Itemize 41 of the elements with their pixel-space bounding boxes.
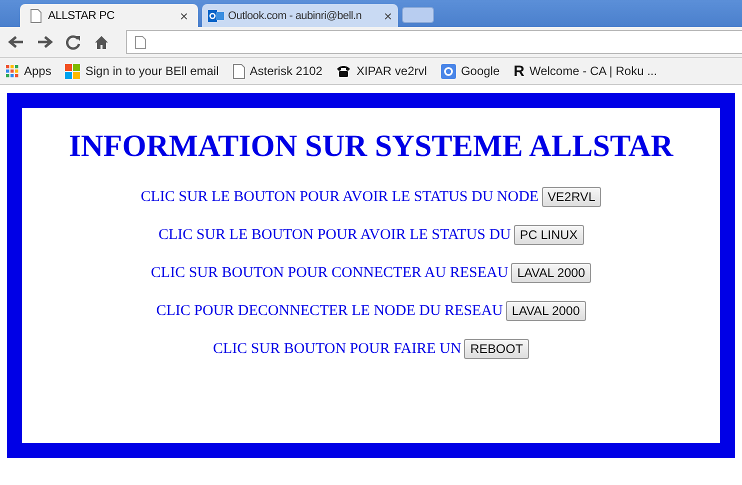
apps-grid-icon: [6, 64, 19, 78]
page-icon: [30, 8, 42, 22]
page-icon: [232, 64, 245, 78]
bookmark-label: Apps: [24, 64, 52, 78]
action-button[interactable]: REBOOT: [464, 339, 530, 359]
action-button[interactable]: PC LINUX: [514, 225, 584, 245]
browser-tab[interactable]: Outlook.com - aubinri@bell.n ×: [202, 4, 398, 27]
bookmark[interactable]: Apps: [6, 64, 52, 78]
close-tab-button[interactable]: ×: [384, 8, 392, 24]
mail-icon: [208, 8, 224, 22]
tab-title: Outlook.com - aubinri@bell.n: [228, 10, 363, 22]
page-title: INFORMATION SUR SYSTEME ALLSTAR: [68, 128, 674, 164]
instruction-text: CLIC SUR LE BOUTON POUR AVOIR LE STATUS DU NODE: [140, 188, 539, 206]
instruction-text: CLIC POUR DECONNECTER LE NODE DU RESEAU: [156, 302, 503, 320]
telephone-icon: [336, 65, 352, 77]
instruction-text: CLIC SUR LE BOUTON POUR AVOIR LE STATUS DU: [158, 226, 511, 244]
bookmark[interactable]: Asterisk 2102: [232, 64, 322, 78]
bookmark-label: Asterisk 2102: [250, 64, 322, 78]
action-button[interactable]: LAVAL 2000: [506, 301, 586, 321]
bookmark[interactable]: Google: [440, 64, 500, 78]
action-button[interactable]: VE2RVL: [542, 187, 602, 207]
back-icon[interactable]: [8, 35, 24, 49]
instruction-text: CLIC SUR BOUTON POUR FAIRE UN: [212, 340, 462, 358]
instruction-text: CLIC SUR BOUTON POUR CONNECTER AU RESEAU: [150, 264, 508, 282]
bookmark[interactable]: Sign in to your BEll email: [65, 64, 219, 78]
forward-icon[interactable]: [37, 35, 53, 49]
bookmark[interactable]: XIPAR ve2rvl: [336, 64, 427, 78]
bookmark-label: Sign in to your BEll email: [85, 64, 219, 78]
page-icon: [135, 36, 146, 48]
windows-logo-icon: [65, 64, 80, 78]
close-tab-button[interactable]: ×: [180, 8, 188, 24]
roku-icon: R: [514, 62, 524, 80]
reload-icon[interactable]: [66, 34, 81, 50]
bookmark[interactable]: R Welcome - CA | Roku ...: [514, 62, 658, 80]
tab-title: ALLSTAR PC: [48, 10, 116, 22]
bookmark-label: Google: [460, 64, 500, 78]
action-button[interactable]: LAVAL 2000: [511, 263, 592, 283]
browser-tab[interactable]: ALLSTAR PC ×: [20, 4, 198, 27]
bookmark-label: XIPAR ve2rvl: [356, 64, 427, 78]
home-icon[interactable]: [94, 34, 109, 50]
bookmark-label: Welcome - CA | Roku ...: [529, 64, 658, 78]
